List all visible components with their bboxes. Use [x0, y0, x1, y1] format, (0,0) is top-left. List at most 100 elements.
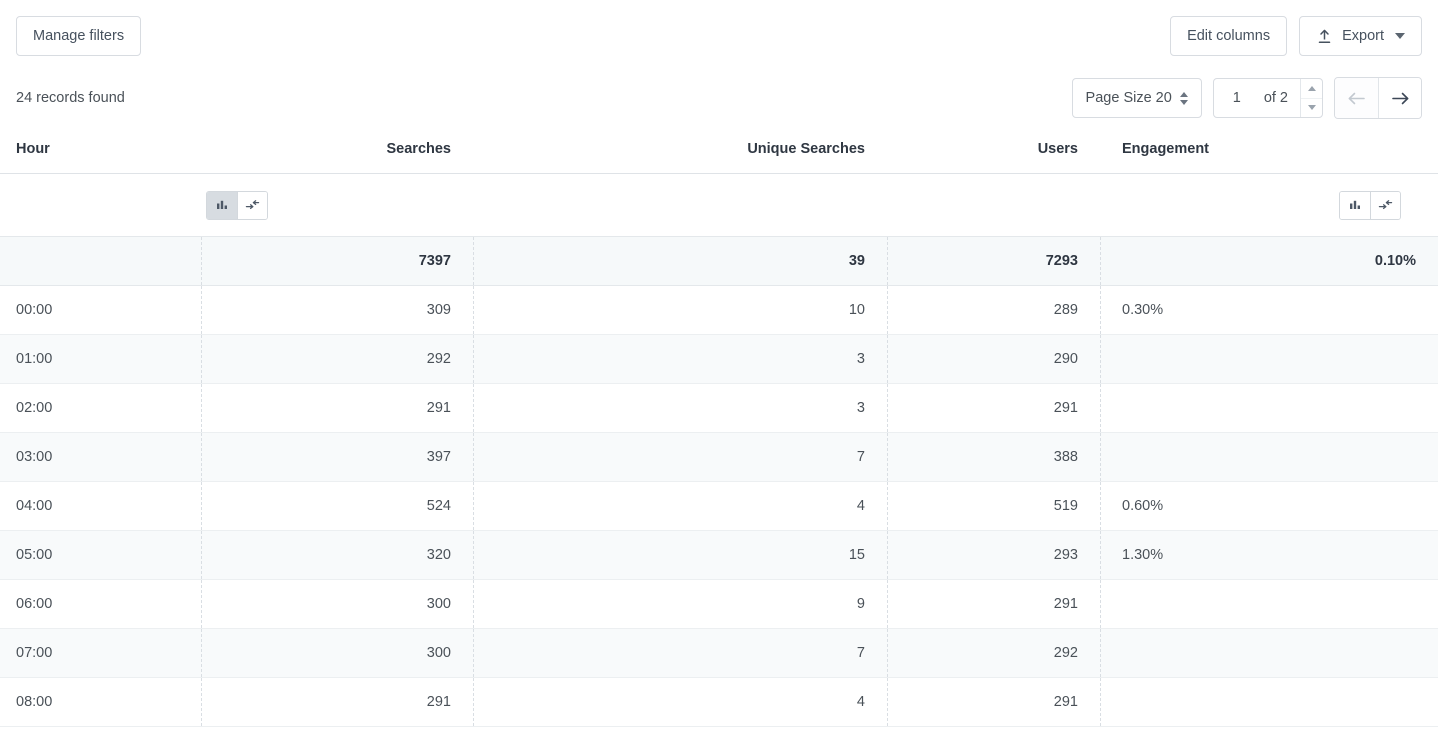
cell-hour: 02:00: [16, 400, 53, 416]
data-table: Hour Searches Unique Searches Users Enga…: [0, 124, 1438, 727]
bar-chart-icon: [215, 198, 229, 212]
cell-hour: 06:00: [16, 596, 53, 612]
cell-searches: 320: [426, 547, 451, 563]
manage-filters-button[interactable]: Manage filters: [16, 16, 142, 56]
searches-collapse-toggle[interactable]: [236, 191, 267, 219]
page-step-up-button[interactable]: [1301, 79, 1322, 99]
export-label: Export: [1342, 28, 1384, 44]
next-page-button[interactable]: [1378, 78, 1421, 118]
cell-users: 519: [1053, 498, 1078, 514]
edit-columns-button[interactable]: Edit columns: [1170, 16, 1288, 56]
cell-hour: 05:00: [16, 547, 53, 563]
cell-searches: 291: [426, 694, 451, 710]
cell-users: 289: [1053, 302, 1078, 318]
engagement-collapse-toggle[interactable]: [1370, 191, 1400, 219]
pagination-controls: Page Size 20 1 of 2: [1071, 77, 1422, 119]
engagement-bar-chart-toggle[interactable]: [1340, 191, 1370, 219]
page-number-field[interactable]: 1 of 2: [1212, 78, 1323, 118]
top-toolbar: Manage filters Edit columns Export: [0, 0, 1438, 72]
cell-searches: 300: [426, 596, 451, 612]
table-row[interactable]: 01:00 292 3 290: [0, 335, 1438, 384]
table-row[interactable]: 02:00 291 3 291: [0, 384, 1438, 433]
cell-unique-searches: 4: [856, 498, 865, 514]
cell-engagement: 0.30%: [1122, 302, 1164, 318]
column-divider: [1100, 678, 1101, 726]
page-step-down-button[interactable]: [1301, 99, 1322, 118]
cell-users: 292: [1053, 645, 1078, 661]
totals-engagement: 0.10%: [1374, 253, 1416, 269]
table-header-row: Hour Searches Unique Searches Users Enga…: [0, 124, 1438, 174]
export-button[interactable]: Export: [1299, 16, 1422, 56]
toolbar-actions: Edit columns Export: [1170, 16, 1422, 56]
page-size-selector[interactable]: Page Size 20: [1071, 78, 1202, 118]
table-row[interactable]: 03:00 397 7 388: [0, 433, 1438, 482]
column-divider: [1100, 384, 1101, 432]
cell-engagement: 0.60%: [1122, 498, 1164, 514]
totals-unique-searches: 39: [848, 253, 865, 269]
table-row[interactable]: 07:00 300 7 292: [0, 629, 1438, 678]
arrow-right-icon: [1390, 90, 1411, 107]
column-divider: [1100, 629, 1101, 677]
cell-users: 291: [1053, 400, 1078, 416]
cell-searches: 309: [426, 302, 451, 318]
table-row[interactable]: 05:00 320 15 293 1.30%: [0, 531, 1438, 580]
records-pagination-bar: 24 records found Page Size 20 1 of 2: [0, 72, 1438, 124]
column-header-users[interactable]: Users: [887, 141, 1100, 157]
column-tools-row: [0, 174, 1438, 237]
cell-unique-searches: 9: [856, 596, 865, 612]
page-number-stepper[interactable]: [1300, 79, 1322, 117]
column-header-unique-searches[interactable]: Unique Searches: [473, 141, 887, 157]
cell-searches: 524: [426, 498, 451, 514]
cell-searches: 292: [426, 351, 451, 367]
updown-chevrons-icon: [1179, 91, 1188, 105]
totals-users: 7293: [1045, 253, 1078, 269]
column-header-searches[interactable]: Searches: [201, 141, 473, 157]
cell-unique-searches: 15: [848, 547, 865, 563]
chevron-down-icon: [1395, 33, 1405, 39]
cell-hour: 04:00: [16, 498, 53, 514]
cell-unique-searches: 4: [856, 694, 865, 710]
page-total-label: of 2: [1263, 90, 1288, 106]
bar-chart-icon: [1348, 198, 1362, 212]
searches-bar-chart-toggle[interactable]: [206, 191, 237, 219]
table-row[interactable]: 00:00 309 10 289 0.30%: [0, 286, 1438, 335]
table-row[interactable]: 08:00 291 4 291: [0, 678, 1438, 727]
table-row[interactable]: 04:00 524 4 519 0.60%: [0, 482, 1438, 531]
manage-filters-label: Manage filters: [33, 28, 125, 44]
cell-engagement: 1.30%: [1122, 547, 1164, 563]
cell-users: 291: [1053, 694, 1078, 710]
records-found-label: 24 records found: [16, 90, 125, 106]
page-number-value[interactable]: 1: [1214, 79, 1260, 117]
cell-users: 388: [1053, 449, 1078, 465]
cell-unique-searches: 7: [856, 449, 865, 465]
searches-toggle-group: [205, 190, 268, 220]
cell-searches: 291: [426, 400, 451, 416]
cell-searches: 300: [426, 645, 451, 661]
arrow-left-icon: [1346, 90, 1367, 107]
searches-tools-cell: [0, 190, 473, 220]
column-divider: [1100, 580, 1101, 628]
collapse-arrows-icon: [1378, 198, 1393, 212]
engagement-tools-cell: [1339, 190, 1438, 220]
column-header-engagement[interactable]: Engagement: [1100, 141, 1438, 157]
cell-hour: 07:00: [16, 645, 53, 661]
table-totals-row: 7397 39 7293 0.10%: [0, 237, 1438, 286]
column-divider: [1100, 433, 1101, 481]
cell-unique-searches: 7: [856, 645, 865, 661]
collapse-arrows-icon: [245, 198, 260, 212]
column-header-hour[interactable]: Hour: [0, 141, 201, 157]
cell-unique-searches: 3: [856, 351, 865, 367]
cell-searches: 397: [426, 449, 451, 465]
cell-hour: 01:00: [16, 351, 53, 367]
prev-page-button[interactable]: [1335, 78, 1378, 118]
engagement-toggle-group: [1339, 190, 1401, 220]
cell-unique-searches: 10: [848, 302, 865, 318]
table-row[interactable]: 06:00 300 9 291: [0, 580, 1438, 629]
upload-icon: [1316, 28, 1333, 45]
cell-hour: 03:00: [16, 449, 53, 465]
cell-users: 293: [1053, 547, 1078, 563]
page-size-label: Page Size 20: [1085, 90, 1172, 106]
cell-users: 290: [1053, 351, 1078, 367]
cell-hour: 08:00: [16, 694, 53, 710]
cell-users: 291: [1053, 596, 1078, 612]
